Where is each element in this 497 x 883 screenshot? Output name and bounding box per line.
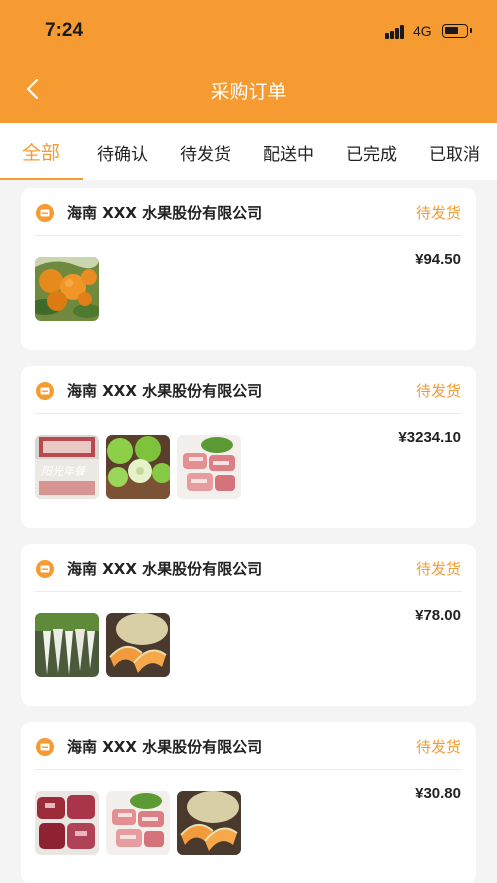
tab-delivering[interactable]: 配送中 — [263, 140, 314, 165]
active-tab-indicator — [0, 178, 83, 180]
lamb-meat-image[interactable] — [35, 791, 99, 855]
store-icon — [36, 382, 54, 400]
green-apple-image[interactable] — [106, 435, 170, 499]
order-price: ¥94.50 — [415, 251, 461, 268]
divider — [35, 591, 462, 592]
order-price: ¥30.80 — [415, 785, 461, 802]
cantaloupe-image[interactable] — [106, 613, 170, 677]
tab-completed[interactable]: 已完成 — [346, 140, 397, 165]
white-radish-image[interactable] — [35, 613, 99, 677]
store-icon — [36, 738, 54, 756]
network-type: 4G — [413, 23, 432, 39]
order-card[interactable]: 海南 XXX 水果股份有限公司 待发货 ¥3234.10 — [21, 366, 476, 528]
divider — [35, 769, 462, 770]
order-price: ¥3234.10 — [398, 429, 461, 446]
food-package-image[interactable] — [35, 435, 99, 499]
store-icon — [36, 560, 54, 578]
order-card[interactable]: 海南 XXX 水果股份有限公司 待发货 ¥78.00 — [21, 544, 476, 706]
orange-fruit-image[interactable] — [35, 257, 99, 321]
order-price: ¥78.00 — [415, 607, 461, 624]
tab-pending-shipment[interactable]: 待发货 — [180, 140, 231, 165]
status-bar: 7:24 4G — [0, 0, 497, 62]
order-status: 待发货 — [415, 204, 461, 222]
store-icon — [36, 204, 54, 222]
order-card[interactable]: 海南 XXX 水果股份有限公司 待发货 ¥94.50 — [21, 188, 476, 350]
order-card[interactable]: 海南 XXX 水果股份有限公司 待发货 ¥30.80 — [21, 722, 476, 883]
store-name: 海南 XXX 水果股份有限公司 — [67, 382, 263, 400]
divider — [35, 235, 462, 236]
page-title: 采购订单 — [210, 81, 287, 103]
pork-ribs-image[interactable] — [106, 791, 170, 855]
store-name: 海南 XXX 水果股份有限公司 — [67, 560, 263, 578]
nav-bar: 采购订单 — [0, 62, 497, 123]
order-status-tabs: 全部 待确认 待发货 配送中 已完成 已取消 — [0, 123, 497, 180]
tab-cancelled[interactable]: 已取消 — [429, 140, 480, 165]
signal-strength-icon — [385, 25, 407, 39]
tab-all[interactable]: 全部 — [22, 138, 60, 165]
store-name: 海南 XXX 水果股份有限公司 — [67, 738, 263, 756]
cantaloupe-image[interactable] — [177, 791, 241, 855]
status-time: 7:24 — [45, 20, 84, 41]
order-status: 待发货 — [415, 560, 461, 578]
pork-ribs-image[interactable] — [177, 435, 241, 499]
store-name: 海南 XXX 水果股份有限公司 — [67, 204, 263, 222]
divider — [35, 413, 462, 414]
order-status: 待发货 — [415, 382, 461, 400]
order-status: 待发货 — [415, 738, 461, 756]
tab-pending-confirm[interactable]: 待确认 — [97, 140, 148, 165]
battery-icon — [442, 24, 472, 38]
